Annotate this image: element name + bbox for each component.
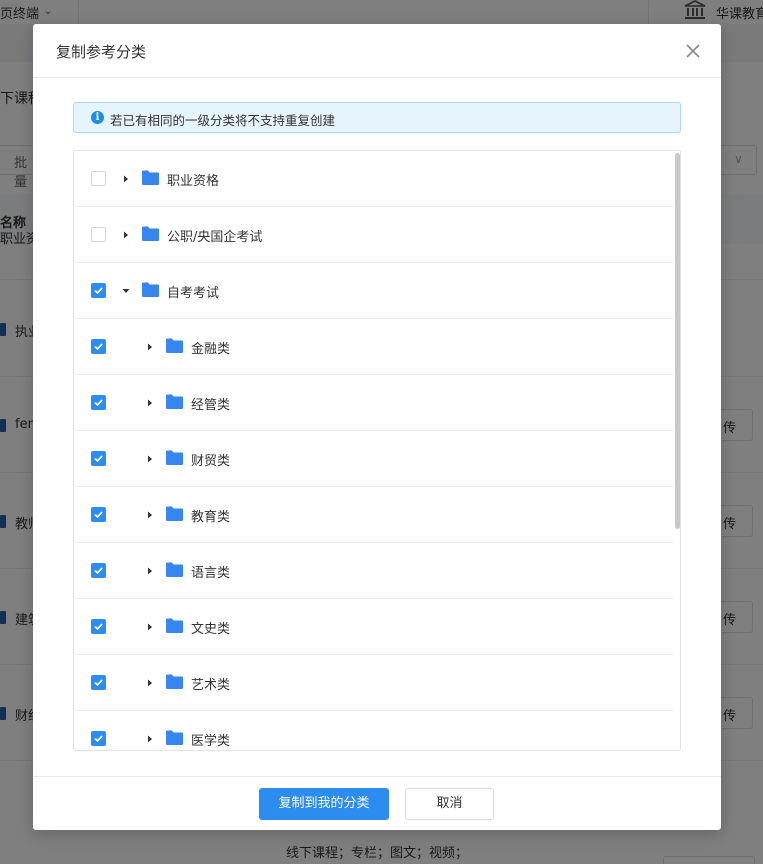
check-icon (94, 399, 103, 407)
tree-node-label: 职业资格 (167, 174, 220, 189)
info-icon: i (91, 111, 104, 124)
check-icon (94, 287, 103, 295)
tree-node-label: 语言类 (191, 566, 231, 581)
caret-right-icon[interactable] (146, 455, 154, 463)
tree-node-label: 自考考试 (167, 286, 220, 301)
tree-node[interactable]: 财贸类 (74, 431, 673, 487)
tree-node[interactable]: 金融类 (74, 319, 673, 375)
caret-right-icon[interactable] (146, 567, 154, 575)
caret-right-icon[interactable] (122, 231, 130, 239)
caret-right-icon[interactable] (146, 623, 154, 631)
tree-node[interactable]: 经管类 (74, 375, 673, 431)
tree-node[interactable]: 语言类 (74, 543, 673, 599)
notice-text: 若已有相同的一级分类将不支持重复创建 (110, 113, 336, 128)
notice-banner: i 若已有相同的一级分类将不支持重复创建 (73, 102, 681, 133)
folder-icon (166, 450, 183, 465)
tree-node-label: 金融类 (191, 342, 231, 357)
caret-right-icon[interactable] (146, 735, 154, 743)
dialog-title: 复制参考分类 (56, 43, 147, 61)
tree-node[interactable]: 文史类 (74, 599, 673, 655)
check-icon (94, 679, 103, 687)
tree-node-checkbox[interactable] (91, 227, 106, 242)
cancel-button[interactable]: 取消 (405, 788, 494, 820)
dialog-header: 复制参考分类 (33, 24, 721, 78)
tree-node[interactable]: 教育类 (74, 487, 673, 543)
caret-down-icon[interactable] (122, 287, 130, 295)
folder-icon (166, 674, 183, 689)
tree-node-checkbox[interactable] (91, 395, 106, 410)
tree-node-label: 医学类 (191, 734, 231, 749)
tree-node-checkbox[interactable] (91, 283, 106, 298)
tree-node-label: 教育类 (191, 510, 231, 525)
caret-right-icon[interactable] (146, 399, 154, 407)
tree-node-label: 财贸类 (191, 454, 231, 469)
tree-node-checkbox[interactable] (91, 339, 106, 354)
caret-right-icon[interactable] (146, 343, 154, 351)
tree-node-label: 文史类 (191, 622, 231, 637)
folder-icon (166, 562, 183, 577)
check-icon (94, 567, 103, 575)
check-icon (94, 735, 103, 743)
caret-right-icon[interactable] (146, 679, 154, 687)
dialog-footer: 复制到我的分类 取消 (33, 776, 721, 830)
tree-node[interactable]: 艺术类 (74, 655, 673, 711)
tree-node-checkbox[interactable] (91, 619, 106, 634)
check-icon (94, 343, 103, 351)
tree-node-checkbox[interactable] (91, 171, 106, 186)
check-icon (94, 623, 103, 631)
folder-icon (142, 170, 159, 185)
caret-right-icon[interactable] (146, 511, 154, 519)
tree-node-checkbox[interactable] (91, 675, 106, 690)
tree-node-checkbox[interactable] (91, 507, 106, 522)
tree-node[interactable]: 公职/央国企考试 (74, 207, 673, 263)
copy-category-dialog: 复制参考分类 i 若已有相同的一级分类将不支持重复创建 职业资格公职/央国企考试… (33, 24, 721, 830)
tree-node-label: 艺术类 (191, 678, 231, 693)
folder-icon (142, 226, 159, 241)
folder-icon (166, 618, 183, 633)
copy-to-my-category-button[interactable]: 复制到我的分类 (259, 788, 389, 820)
tree-node[interactable]: 医学类 (74, 711, 673, 750)
tree-node-label: 公职/央国企考试 (167, 230, 263, 245)
folder-icon (166, 730, 183, 745)
caret-right-icon[interactable] (122, 175, 130, 183)
tree-node-checkbox[interactable] (91, 563, 106, 578)
category-tree: 职业资格公职/央国企考试 自考考试金融类经管类财贸类教育类语言类文史类艺术类医学类 (73, 150, 681, 751)
tree-node-checkbox[interactable] (91, 451, 106, 466)
tree-node-label: 经管类 (191, 398, 231, 413)
close-icon[interactable] (682, 40, 704, 62)
tree-node-checkbox[interactable] (91, 731, 106, 746)
folder-icon (166, 338, 183, 353)
folder-icon (142, 282, 159, 297)
tree-node[interactable]: 职业资格 (74, 151, 673, 207)
folder-icon (166, 394, 183, 409)
scrollbar-thumb[interactable] (675, 153, 680, 529)
folder-icon (166, 506, 183, 521)
check-icon (94, 455, 103, 463)
tree-node[interactable]: 自考考试 (74, 263, 673, 319)
check-icon (94, 511, 103, 519)
